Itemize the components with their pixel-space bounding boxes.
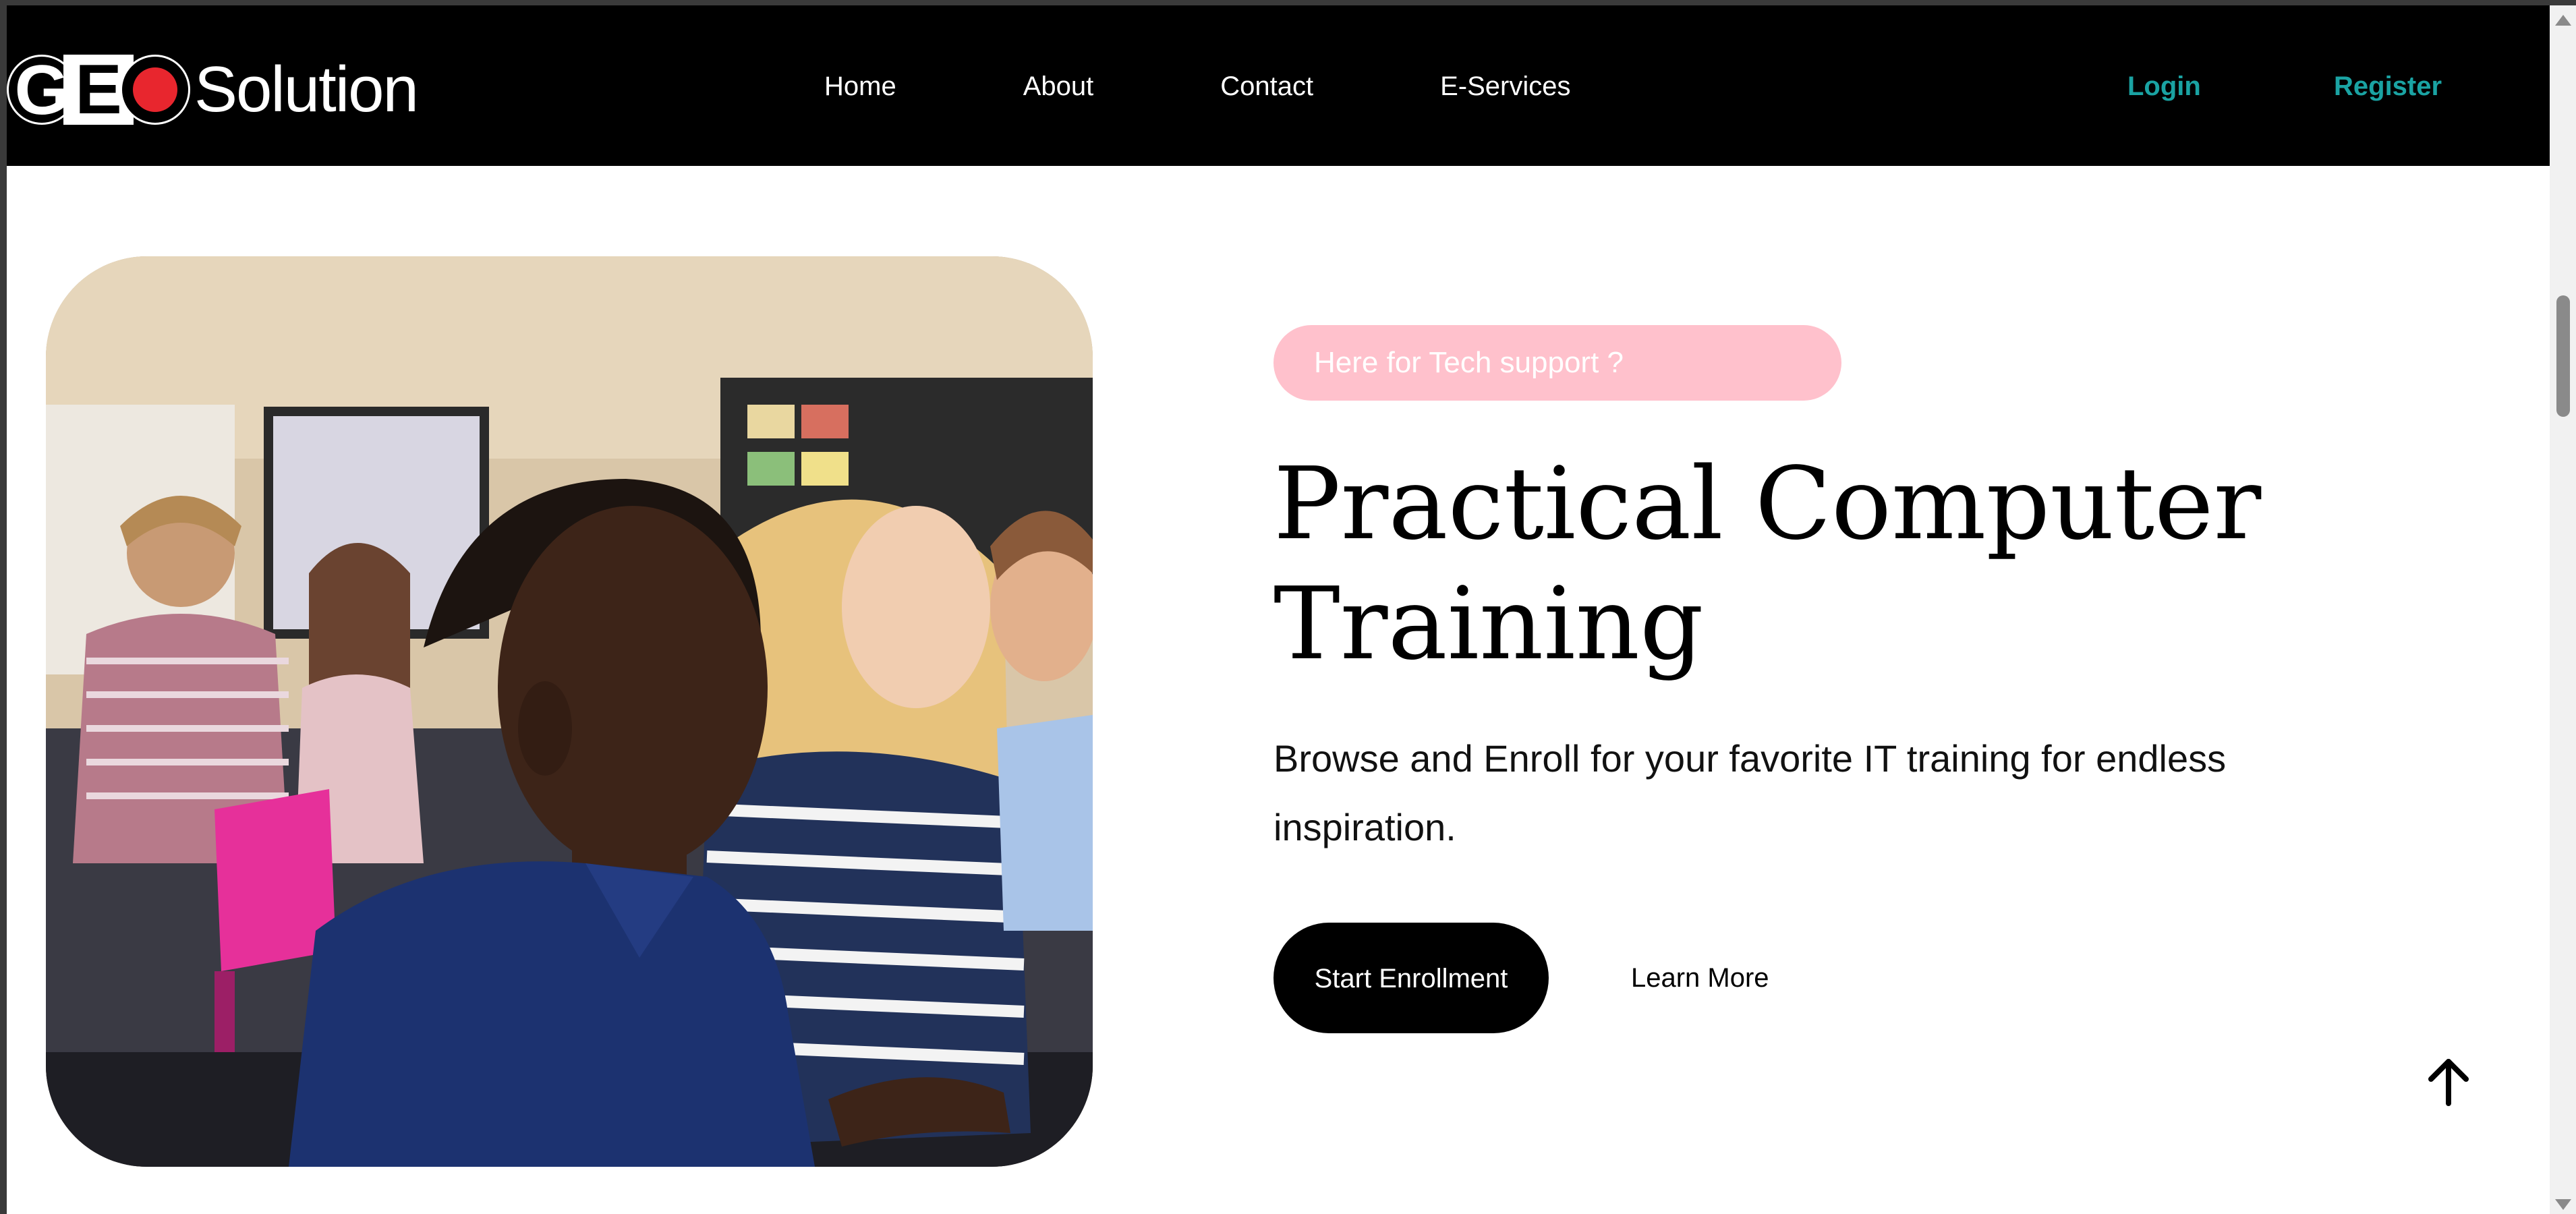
window-edge <box>0 5 7 1214</box>
arrow-up-icon[interactable] <box>2422 1055 2475 1109</box>
scroll-thumb[interactable] <box>2556 295 2570 417</box>
register-link[interactable]: Register <box>2334 70 2442 103</box>
logo-mark: G E <box>7 55 190 125</box>
nav-eservices-link[interactable]: E-Services <box>1440 70 1570 103</box>
top-navbar: G E Solution Home About Contact E-Servic… <box>7 5 2550 166</box>
hero-title-line-1: Practical Computer <box>1273 446 2262 562</box>
start-enrollment-button[interactable]: Start Enrollment <box>1273 923 1549 1033</box>
logo-wordmark: Solution <box>194 53 419 125</box>
vertical-scrollbar[interactable] <box>2550 5 2576 1214</box>
tech-support-badge: Here for Tech support ? <box>1273 325 1841 401</box>
hero-title-line-2: Training <box>1273 566 1704 682</box>
nav-home-link[interactable]: Home <box>824 70 896 103</box>
scroll-up-arrow-icon[interactable] <box>2555 15 2571 26</box>
hero-description: Browse and Enroll for your favorite IT t… <box>1273 737 2227 848</box>
nav-contact-link[interactable]: Contact <box>1220 70 1313 103</box>
scroll-down-arrow-icon[interactable] <box>2555 1199 2571 1210</box>
hero-title: Practical Computer Training <box>1273 444 2285 684</box>
classroom-photo-icon <box>46 256 1093 1167</box>
nav-about-link[interactable]: About <box>1023 70 1094 103</box>
logo-red-dot-icon <box>120 55 190 125</box>
learn-more-link[interactable]: Learn More <box>1631 962 1769 994</box>
main-nav: Home About Contact E-Services <box>824 70 1697 103</box>
hero-classroom-image <box>46 256 1093 1167</box>
brand-logo[interactable]: G E Solution <box>7 53 419 127</box>
login-link[interactable]: Login <box>2127 70 2201 103</box>
browser-viewport: G E Solution Home About Contact E-Servic… <box>0 0 2576 1214</box>
